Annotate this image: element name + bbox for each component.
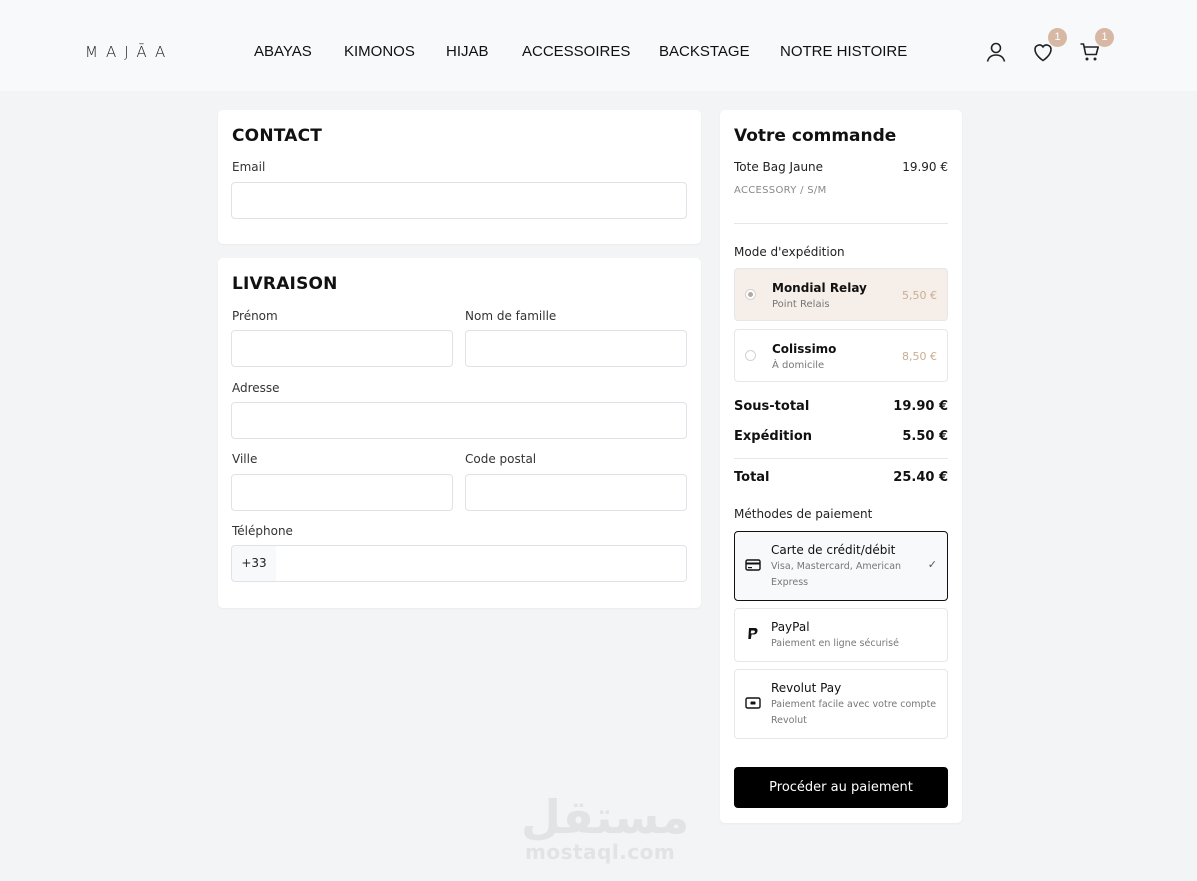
city-label: Ville	[232, 452, 258, 466]
first-name-label: Prénom	[232, 309, 278, 323]
contact-card: CONTACT Email	[218, 110, 701, 244]
payment-option-revolut[interactable]: Revolut Pay Paiement facile avec votre c…	[734, 669, 948, 739]
email-label: Email	[232, 160, 266, 174]
user-icon[interactable]	[984, 40, 1008, 64]
paypal-icon	[748, 628, 758, 639]
item-price: 19.90 €	[902, 160, 948, 174]
shipping-option-sub: À domicile	[772, 360, 825, 371]
order-title: Votre commande	[734, 126, 897, 146]
delivery-card: LIVRAISON Prénom Nom de famille Adresse …	[218, 258, 701, 608]
last-name-field[interactable]	[465, 330, 687, 367]
address-field[interactable]	[231, 402, 687, 439]
shipping-cost-label: Expédition	[734, 429, 813, 444]
shipping-cost-value: 5.50 €	[902, 429, 948, 444]
payment-methods-title: Méthodes de paiement	[734, 507, 873, 521]
revolut-icon	[745, 697, 761, 709]
watermark-arabic: مستقل	[521, 790, 690, 844]
radio-button[interactable]	[745, 350, 756, 361]
contact-title: CONTACT	[232, 126, 323, 146]
phone-field[interactable]	[276, 545, 687, 582]
divider	[734, 458, 948, 459]
nav-item-hijab[interactable]: HIJAB	[446, 43, 489, 60]
item-name: Tote Bag Jaune	[734, 160, 824, 174]
first-name-field[interactable]	[231, 330, 453, 367]
shipping-option-colissimo[interactable]: Colissimo À domicile 8,50 €	[734, 329, 948, 382]
total-label: Total	[734, 470, 770, 485]
subtotal-value: 19.90 €	[893, 399, 948, 414]
shipping-option-price: 5,50 €	[902, 289, 937, 302]
shipping-method-title: Mode d'expédition	[734, 245, 845, 259]
email-field[interactable]	[231, 182, 687, 219]
watermark-latin: mostaql.com	[525, 840, 676, 864]
nav-item-accessoires[interactable]: ACCESSOIRES	[522, 43, 630, 60]
postal-code-label: Code postal	[465, 452, 537, 466]
payment-option-name: Carte de crédit/débit	[771, 543, 896, 557]
credit-card-icon	[745, 559, 761, 571]
nav-item-kimonos[interactable]: KIMONOS	[344, 43, 415, 60]
shipping-option-price: 8,50 €	[902, 350, 937, 363]
delivery-title: LIVRAISON	[232, 274, 338, 294]
payment-option-desc: Paiement en ligne sécurisé	[771, 638, 899, 649]
proceed-to-payment-button[interactable]: Procéder au paiement	[734, 767, 948, 808]
wishlist-count-badge: 1	[1048, 28, 1067, 47]
checkmark-icon: ✓	[927, 559, 937, 571]
payment-option-paypal[interactable]: PayPal Paiement en ligne sécurisé	[734, 608, 948, 662]
last-name-label: Nom de famille	[465, 309, 557, 323]
shipping-option-name: Mondial Relay	[772, 281, 867, 295]
item-variant: ACCESSORY / S/M	[734, 185, 827, 196]
divider	[734, 223, 948, 224]
shipping-option-name: Colissimo	[772, 342, 837, 356]
phone-country-prefix[interactable]: +33	[231, 545, 277, 582]
payment-option-card[interactable]: Carte de crédit/débit Visa, Mastercard, …	[734, 531, 948, 601]
payment-option-desc: Visa, Mastercard, American Express	[771, 561, 902, 588]
site-header: MAJĀA ABAYAS KIMONOS HIJAB ACCESSOIRES B…	[0, 0, 1197, 91]
nav-item-abayas[interactable]: ABAYAS	[254, 43, 312, 60]
postal-code-field[interactable]	[465, 474, 687, 511]
payment-option-name: PayPal	[771, 620, 810, 634]
shipping-option-mondial-relay[interactable]: Mondial Relay Point Relais 5,50 €	[734, 268, 948, 321]
radio-button[interactable]	[745, 289, 756, 300]
order-summary-card: Votre commande Tote Bag Jaune 19.90 € AC…	[720, 110, 962, 823]
payment-option-desc: Paiement facile avec votre compte Revolu…	[771, 699, 937, 726]
subtotal-label: Sous-total	[734, 399, 810, 414]
phone-label: Téléphone	[232, 524, 293, 538]
address-label: Adresse	[232, 381, 280, 395]
payment-option-name: Revolut Pay	[771, 681, 842, 695]
cart-count-badge: 1	[1095, 28, 1114, 47]
brand-logo[interactable]: MAJĀA	[85, 43, 173, 61]
nav-item-backstage[interactable]: BACKSTAGE	[659, 43, 750, 60]
city-field[interactable]	[231, 474, 453, 511]
total-value: 25.40 €	[893, 470, 948, 485]
shipping-option-sub: Point Relais	[772, 299, 830, 310]
nav-item-notre-histoire[interactable]: NOTRE HISTOIRE	[780, 43, 907, 60]
